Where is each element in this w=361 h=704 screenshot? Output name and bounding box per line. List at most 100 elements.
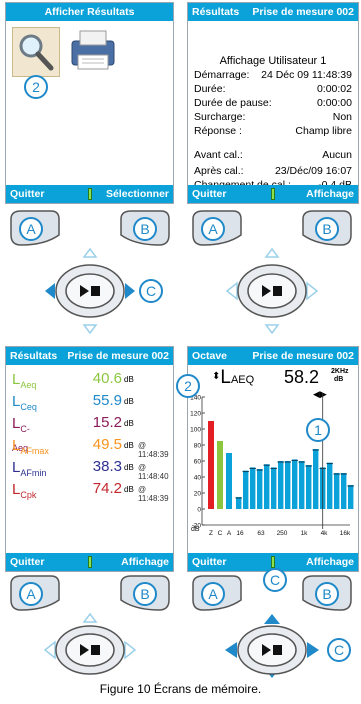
callout-1: 1	[306, 418, 330, 442]
search-icon[interactable]	[12, 27, 60, 77]
results-title: Afficher Résultats	[44, 6, 135, 18]
info-value: 0:00:02	[316, 83, 352, 95]
callout-2: 2	[176, 374, 200, 398]
y-tick-label: 100	[190, 427, 201, 434]
y-tick-label: 20	[194, 491, 202, 498]
octave-screen: Octave Prise de mesure 002 ⬍LAEQ 58.2 2K…	[187, 346, 359, 572]
x-tick-label: 16k	[340, 530, 351, 537]
octave-title-right: Prise de mesure 002	[252, 350, 354, 362]
button-c[interactable]: C	[139, 279, 163, 303]
callout-2: 2	[24, 75, 48, 99]
octave-band-bar	[327, 462, 333, 509]
display-softkey[interactable]: Affichage	[121, 553, 169, 571]
info-value: Non	[332, 111, 352, 123]
levels-title-right: Prise de mesure 002	[67, 350, 169, 362]
quit-softkey[interactable]: Quitter	[10, 553, 44, 571]
levels-title-bar: Résultats Prise de mesure 002	[6, 347, 173, 365]
info-row-duration: Durée: 0:00:02	[194, 83, 352, 96]
level-unit: dB	[124, 397, 134, 406]
button-a[interactable]: A	[201, 217, 225, 241]
printer-icon[interactable]	[68, 27, 118, 73]
octave-band-bar	[313, 449, 319, 509]
x-tick-label: 16	[236, 530, 244, 537]
y-tick-label: 80	[194, 443, 202, 450]
info-row-overload: Surcharge: Non	[194, 111, 352, 124]
info-key: Durée de pause:	[194, 97, 272, 109]
y-tick-label: 120	[190, 411, 201, 418]
info-row-after-cal: Après cal.: 23/Déc/09 16:07	[194, 165, 352, 178]
info-key: Démarrage:	[194, 69, 250, 81]
softkey-divider	[87, 556, 92, 568]
octave-chart: 140120100806040200-20dBZ C A 16 63 250 1k 4k 16k	[190, 393, 354, 537]
quit-softkey[interactable]: Quitter	[10, 185, 44, 203]
keypad-left-top: A B C	[5, 205, 175, 340]
level-symbol: LAFmax	[12, 437, 49, 456]
quit-softkey[interactable]: Quitter	[192, 185, 226, 203]
level-symbol: LCeq	[12, 393, 37, 412]
param-symbol: L	[220, 367, 231, 388]
octave-band-bar	[236, 497, 242, 509]
broadband-bar	[208, 421, 214, 509]
octave-band-bar	[271, 467, 277, 509]
octave-band-bar	[292, 459, 298, 509]
level-value: 55.9	[92, 392, 122, 409]
level-symbol: LAFmin	[12, 459, 46, 478]
levels-softkey-bar: Quitter Affichage	[6, 553, 173, 571]
button-a[interactable]: A	[19, 217, 43, 241]
info-key: Avant cal.:	[194, 149, 243, 161]
display-softkey[interactable]: Affichage	[306, 553, 354, 571]
x-tick-label: 4k	[321, 530, 329, 537]
level-symbol-subscript: Cpk	[20, 490, 37, 500]
octave-band-bar	[299, 461, 305, 509]
button-b[interactable]: B	[315, 217, 339, 241]
level-value: 49.5	[92, 436, 122, 453]
level-time: @ 11:48:40	[138, 463, 169, 481]
level-symbol: LAeq	[12, 371, 36, 390]
level-time: @ 11:48:39	[138, 441, 169, 459]
info-row-pause: Durée de pause: 0:00:00	[194, 97, 352, 110]
info-value: 23/Déc/09 16:07	[274, 165, 352, 177]
display-softkey[interactable]: Affichage	[306, 185, 354, 203]
keypad-left-bottom: A B	[5, 572, 175, 680]
broadband-bar	[217, 441, 223, 509]
button-a[interactable]: A	[19, 582, 43, 606]
figure-caption: Figure 10 Écrans de mémoire.	[99, 682, 262, 696]
keypad-right-top: A B	[187, 205, 357, 340]
quit-softkey[interactable]: Quitter	[192, 553, 226, 571]
softkey-divider	[271, 188, 275, 200]
param-selector[interactable]: ⬍LAEQ	[212, 367, 254, 389]
level-symbol-subscript: AFmin	[20, 468, 47, 478]
level-value: 15.2	[92, 414, 122, 431]
level-unit: dB	[124, 463, 134, 472]
octave-band-bar	[334, 473, 340, 509]
results-title-bar: Afficher Résultats	[6, 3, 173, 21]
info-key: Surcharge:	[194, 111, 246, 123]
button-c[interactable]: C	[263, 568, 287, 592]
level-symbol-subscript: Aeq	[20, 380, 37, 390]
button-b[interactable]: B	[315, 582, 339, 606]
button-b[interactable]: B	[133, 582, 157, 606]
button-c[interactable]: C	[327, 638, 351, 662]
x-tick-label: Z	[209, 530, 213, 537]
button-b[interactable]: B	[133, 217, 157, 241]
measurement-title-left: Résultats	[192, 6, 240, 18]
select-softkey[interactable]: Sélectionner	[106, 185, 169, 203]
softkey-divider	[87, 188, 92, 200]
level-unit: dB	[124, 419, 134, 428]
results-screen: Afficher Résultats 2 Quitter Sélectionne…	[5, 2, 174, 204]
x-tick-label: A	[227, 530, 232, 537]
x-tick-label: 1k	[301, 530, 309, 537]
levels-screen: Résultats Prise de mesure 002 LAeq 40.6 dB…	[5, 346, 174, 572]
x-tick-label: 63	[257, 530, 265, 537]
octave-band-bar	[285, 461, 291, 509]
octave-value: 58.2	[284, 367, 320, 387]
level-symbol: LCpk	[12, 481, 36, 500]
level-value: 40.6	[92, 370, 122, 387]
broadband-bar	[226, 453, 232, 509]
info-value: Aucun	[322, 149, 352, 161]
x-tick-label: 250	[277, 530, 288, 537]
y-tick-label: 0	[197, 507, 201, 514]
softkey-divider	[271, 556, 275, 568]
octave-title-bar: Octave Prise de mesure 002	[188, 347, 358, 365]
button-a[interactable]: A	[201, 582, 225, 606]
